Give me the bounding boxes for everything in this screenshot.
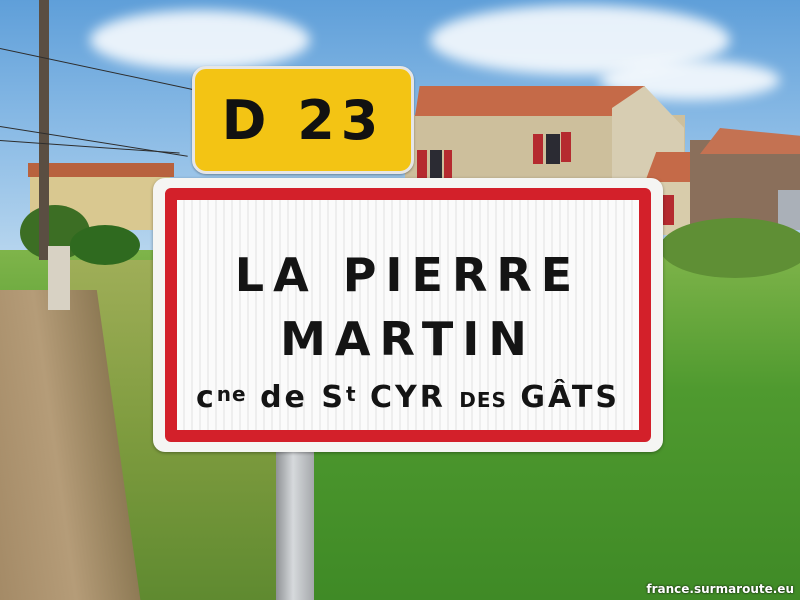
window bbox=[546, 134, 560, 164]
commune-c: c bbox=[196, 380, 217, 415]
commune-line: cne de St CYR DES GÂTS bbox=[177, 380, 639, 415]
route-number-plate: D 23 bbox=[192, 66, 414, 174]
photo-scene: D 23 LA PIERRE MARTIN cne de St CYR DES … bbox=[0, 0, 800, 600]
commune-des: DES bbox=[459, 388, 507, 412]
town-name-line1: LA PIERRE bbox=[234, 248, 582, 302]
bollard bbox=[48, 246, 70, 310]
town-entry-sign: LA PIERRE MARTIN cne de St CYR DES GÂTS bbox=[153, 178, 663, 452]
bush bbox=[70, 225, 140, 265]
commune-de: de bbox=[260, 380, 308, 415]
shutter bbox=[444, 150, 452, 178]
watermark: france.surmaroute.eu bbox=[646, 582, 794, 596]
town-name-line2: MARTIN bbox=[280, 312, 536, 366]
cloud bbox=[90, 10, 310, 70]
commune-gats: GÂTS bbox=[520, 380, 620, 415]
window bbox=[430, 150, 442, 178]
sign-post bbox=[276, 440, 314, 600]
shutter bbox=[533, 134, 543, 164]
bush bbox=[660, 218, 800, 278]
shutter bbox=[561, 132, 571, 162]
route-number: D 23 bbox=[221, 88, 385, 152]
utility-pole bbox=[39, 0, 49, 260]
shutter bbox=[417, 150, 427, 178]
commune-ne: ne bbox=[216, 382, 247, 406]
left-house-roof bbox=[28, 163, 174, 177]
sign-red-border: LA PIERRE MARTIN cne de St CYR DES GÂTS bbox=[165, 188, 651, 442]
commune-t: t bbox=[345, 382, 357, 406]
commune-cyr: CYR bbox=[369, 380, 446, 415]
farmhouse-roof bbox=[415, 86, 645, 116]
commune-s: S bbox=[321, 380, 346, 415]
